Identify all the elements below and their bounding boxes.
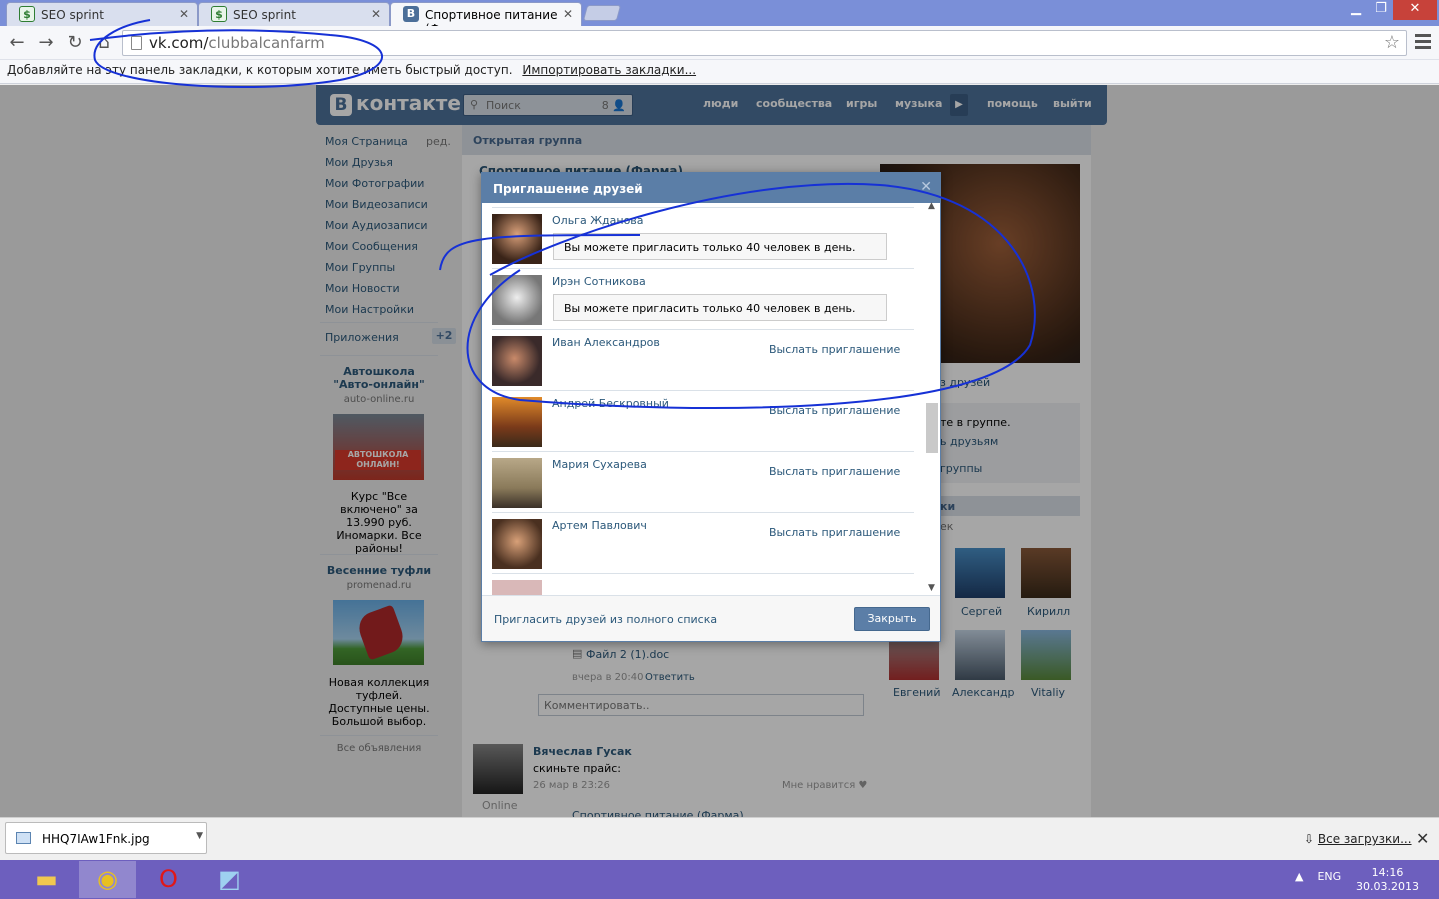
download-icon: ⇩: [1304, 832, 1315, 846]
freehand-annotation: [439, 182, 1036, 409]
minimize-icon[interactable]: ▁: [1343, 0, 1369, 20]
new-tab-button[interactable]: [582, 5, 622, 21]
windows-taskbar: ▬ ◉ O ◩ ▲ ENG 14:16 30.03.2013: [0, 860, 1439, 899]
close-tab-icon[interactable]: ✕: [371, 7, 381, 21]
image-file-icon: [16, 832, 31, 844]
restore-icon[interactable]: ❐: [1369, 0, 1393, 20]
tab-strip: $ SEO sprint ✕ $ SEO sprint ✕ В Спортивн…: [0, 0, 1439, 36]
download-item[interactable]: HHQ7IAw1Fnk.jpg ▼: [5, 822, 207, 854]
all-downloads-link[interactable]: ⇩ Все загрузки...: [1304, 832, 1412, 846]
opera-icon[interactable]: O: [140, 861, 197, 898]
tab-seo-sprint-1[interactable]: $ SEO sprint ✕: [6, 2, 198, 26]
explorer-icon[interactable]: ▬: [18, 861, 75, 898]
tab-title: SEO sprint: [233, 8, 296, 22]
download-filename: HHQ7IAw1Fnk.jpg: [42, 832, 150, 846]
tray: ▲ ENG: [1295, 870, 1341, 883]
clock[interactable]: 14:16 30.03.2013: [1356, 866, 1419, 894]
close-tab-icon[interactable]: ✕: [563, 7, 573, 21]
import-bookmarks-link[interactable]: Импортировать закладки...: [522, 63, 696, 77]
vk-icon: В: [403, 6, 419, 22]
window-close-icon[interactable]: ✕: [1393, 0, 1437, 20]
language-indicator[interactable]: ENG: [1317, 870, 1341, 883]
bookmarks-bar: Добавляйте на эту панель закладки, к кот…: [0, 60, 1439, 84]
seosprint-icon: $: [211, 6, 227, 22]
bookmark-star-icon[interactable]: ☆: [1384, 32, 1400, 53]
bookmarks-hint: Добавляйте на эту панель закладки, к кот…: [7, 63, 513, 77]
reload-icon[interactable]: ↻: [63, 32, 87, 53]
tab-title: SEO sprint: [41, 8, 104, 22]
page-viewport: Вконтакте ⚲ Поиск 8 👤 люди сообщества иг…: [0, 85, 1439, 817]
back-icon[interactable]: ←: [5, 32, 29, 53]
seosprint-icon: $: [19, 6, 35, 22]
tab-vk-group[interactable]: В Спортивное питание (Фа ✕: [390, 2, 582, 36]
chevron-down-icon[interactable]: ▼: [196, 831, 203, 841]
page-icon: [131, 36, 142, 50]
chrome-menu-icon[interactable]: [1415, 34, 1431, 52]
chevron-up-icon[interactable]: ▲: [1295, 870, 1303, 883]
address-bar[interactable]: vk.com/clubbalcanfarm ☆: [122, 30, 1407, 56]
home-icon[interactable]: ⌂: [92, 32, 116, 53]
close-tab-icon[interactable]: ✕: [179, 7, 189, 21]
notepad-icon[interactable]: ◩: [201, 861, 258, 898]
url-text: vk.com/clubbalcanfarm: [149, 34, 325, 52]
chrome-icon[interactable]: ◉: [79, 861, 136, 898]
tab-seo-sprint-2[interactable]: $ SEO sprint ✕: [198, 2, 390, 26]
close-downloads-icon[interactable]: ✕: [1416, 829, 1429, 848]
downloads-bar: HHQ7IAw1Fnk.jpg ▼ ⇩ Все загрузки... ✕: [0, 817, 1439, 860]
forward-icon[interactable]: →: [34, 32, 58, 53]
